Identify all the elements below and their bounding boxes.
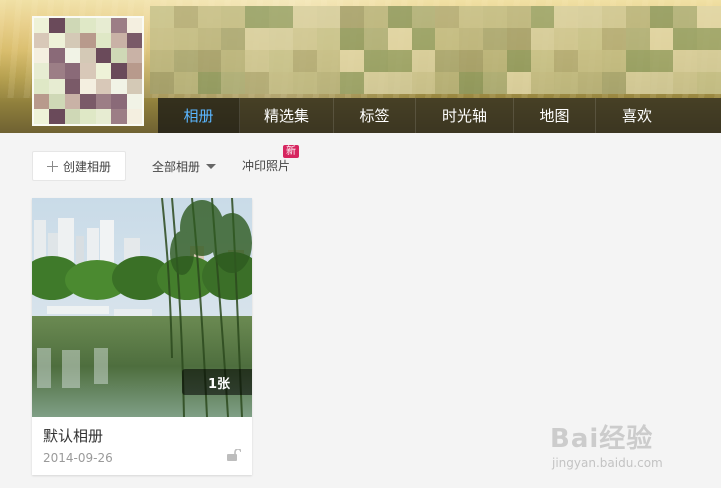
tab-tags[interactable]: 标签 — [334, 98, 416, 133]
baidu-jingyan-watermark: Bai经验 jingyan.baidu.com — [550, 410, 710, 482]
tab-map[interactable]: 地图 — [514, 98, 596, 133]
tab-likes[interactable]: 喜欢 — [596, 98, 678, 133]
album-filter-dropdown[interactable]: 全部相册 — [152, 157, 217, 175]
avatar[interactable] — [32, 16, 144, 126]
chevron-down-icon — [206, 163, 217, 169]
tab-albums[interactable]: 相册 — [158, 98, 240, 133]
tab-featured[interactable]: 精选集 — [240, 98, 334, 133]
tab-timeline[interactable]: 时光轴 — [416, 98, 514, 133]
create-album-button[interactable]: 创建相册 — [32, 151, 126, 181]
header-cover-image — [150, 6, 721, 94]
album-nav: 相册 精选集 标签 时光轴 地图 喜欢 — [158, 98, 721, 133]
album-title[interactable]: 默认相册 — [43, 425, 103, 446]
album-date: 2014-09-26 — [43, 451, 113, 465]
album-cover-image[interactable]: 1张 — [32, 198, 252, 417]
create-album-label: 创建相册 — [62, 159, 111, 174]
photo-count-badge: 1张 — [182, 369, 252, 395]
album-filter-label: 全部相册 — [152, 159, 201, 174]
plus-icon — [46, 160, 58, 172]
watermark-url: jingyan.baidu.com — [552, 456, 663, 470]
profile-header: 相册 精选集 标签 时光轴 地图 喜欢 — [0, 0, 721, 133]
print-photos-link[interactable]: 冲印照片 — [242, 157, 290, 175]
unlock-icon[interactable] — [227, 449, 241, 461]
watermark-logo: Bai经验 — [550, 424, 654, 454]
new-badge: 新 — [283, 145, 299, 158]
album-card[interactable]: 1张 默认相册 2014-09-26 — [32, 198, 252, 475]
